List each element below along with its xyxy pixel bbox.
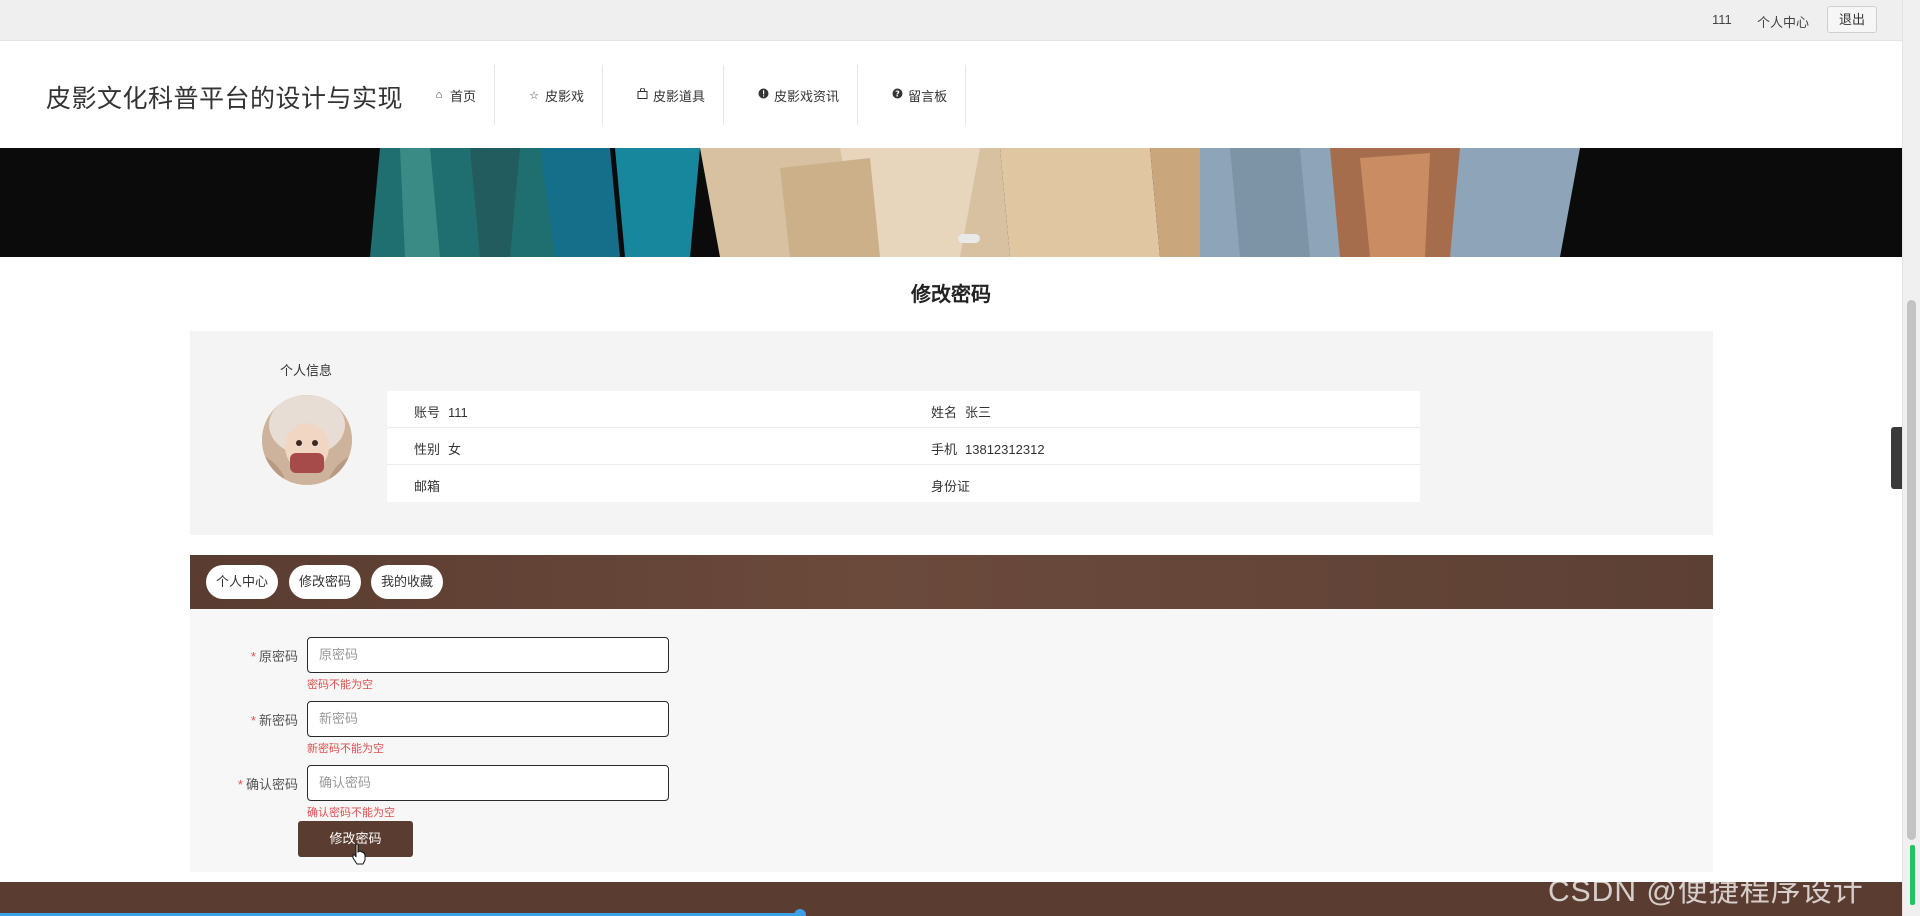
confirm-password-error: 确认密码不能为空 xyxy=(307,807,395,819)
current-username: 111 xyxy=(1712,12,1732,27)
tab-change-password[interactable]: 修改密码 xyxy=(289,565,362,599)
nav-item-props[interactable]: 皮影道具 xyxy=(603,65,725,125)
info-key: 手机 xyxy=(931,442,958,457)
info-key: 邮箱 xyxy=(414,479,441,494)
confirm-password-label: * 确认密码 xyxy=(198,774,298,793)
info-key: 姓名 xyxy=(931,405,958,420)
required-mark: * xyxy=(250,649,256,664)
info-key: 身份证 xyxy=(931,479,971,494)
user-tab-bar: 个人中心 修改密码 我的收藏 xyxy=(190,555,1713,609)
new-password-input[interactable]: 新密码 xyxy=(307,701,669,737)
nav-label: 皮影戏 xyxy=(545,88,585,104)
info-row: 邮箱 身份证 xyxy=(387,465,1420,502)
logout-button[interactable]: 退出 xyxy=(1827,6,1877,33)
site-header: 皮影文化科普平台的设计与实现 ⌂ 首页 ☆ 皮影戏 皮影道具 皮影戏资讯 ? 留… xyxy=(0,41,1902,148)
new-password-label: * 新密码 xyxy=(198,710,298,729)
info-row: 账号 111 姓名 张三 xyxy=(387,391,1420,428)
tab-personal-center[interactable]: 个人中心 xyxy=(206,565,279,599)
carousel-indicator[interactable] xyxy=(958,234,980,243)
old-password-input[interactable]: 原密码 xyxy=(307,637,669,673)
personal-center-link[interactable]: 个人中心 xyxy=(1757,12,1809,31)
scroll-position-indicator xyxy=(1910,845,1915,905)
nav-label: 皮影道具 xyxy=(653,88,706,104)
question-icon: ? xyxy=(890,88,904,102)
nav-label: 皮影戏资讯 xyxy=(774,88,840,104)
star-icon: ☆ xyxy=(529,89,539,102)
scrollbar-thumb[interactable] xyxy=(1907,300,1916,840)
field-label-text: 原密码 xyxy=(258,649,298,664)
banner-image xyxy=(0,148,1902,257)
required-mark: * xyxy=(237,777,243,792)
page-scrollbar[interactable] xyxy=(1902,0,1920,916)
field-label-text: 新密码 xyxy=(258,713,298,728)
old-password-label: * 原密码 xyxy=(198,646,298,665)
info-icon xyxy=(756,88,770,102)
nav-label: 首页 xyxy=(450,88,477,104)
profile-section-label: 个人信息 xyxy=(280,363,333,378)
avatar xyxy=(262,395,352,485)
main-nav: ⌂ 首页 ☆ 皮影戏 皮影道具 皮影戏资讯 ? 留言板 xyxy=(400,65,967,125)
page-title: 修改密码 xyxy=(911,284,991,306)
hand-cursor-icon xyxy=(352,843,366,865)
tab-my-favorites[interactable]: 我的收藏 xyxy=(371,565,444,599)
svg-text:?: ? xyxy=(895,89,900,98)
confirm-password-input[interactable]: 确认密码 xyxy=(307,765,669,801)
bag-icon xyxy=(635,87,649,102)
banner-carousel xyxy=(0,148,1902,257)
loading-indicator-dot xyxy=(794,909,806,916)
phone-value: 13812312312 xyxy=(965,442,1045,457)
info-key: 账号 xyxy=(414,405,441,420)
nav-item-home[interactable]: ⌂ 首页 xyxy=(400,65,496,125)
site-title[interactable]: 皮影文化科普平台的设计与实现 xyxy=(46,79,403,115)
home-icon: ⌂ xyxy=(435,89,443,101)
required-mark: * xyxy=(250,713,256,728)
info-row: 性别女 手机 13812312312 xyxy=(387,428,1420,465)
nav-item-news[interactable]: 皮影戏资讯 xyxy=(724,65,859,125)
gender-value: 女 xyxy=(448,442,462,457)
profile-card: 个人信息 账号 111 姓名 张三 性别女 手机 13812312312 邮箱 身份证 xyxy=(190,331,1713,535)
nav-label: 留言板 xyxy=(908,88,948,104)
old-password-error: 密码不能为空 xyxy=(307,679,373,691)
nav-item-message-board[interactable]: ? 留言板 xyxy=(858,65,967,125)
change-password-form: * 原密码 原密码 密码不能为空 * 新密码 新密码 新密码不能为空 * 确认密码 确… xyxy=(190,609,1713,872)
field-label-text: 确认密码 xyxy=(245,777,298,792)
watermark: CSDN @便捷程序设计 xyxy=(1548,875,1864,908)
info-key: 性别 xyxy=(414,442,441,457)
top-bar: 111 个人中心 退出 xyxy=(0,0,1902,41)
profile-info-table: 账号 111 姓名 张三 性别女 手机 13812312312 邮箱 身份证 xyxy=(387,391,1420,502)
nav-item-shadow-play[interactable]: ☆ 皮影戏 xyxy=(495,65,604,125)
new-password-error: 新密码不能为空 xyxy=(307,743,384,755)
name-value: 张三 xyxy=(965,405,992,420)
account-value: 111 xyxy=(448,405,468,420)
